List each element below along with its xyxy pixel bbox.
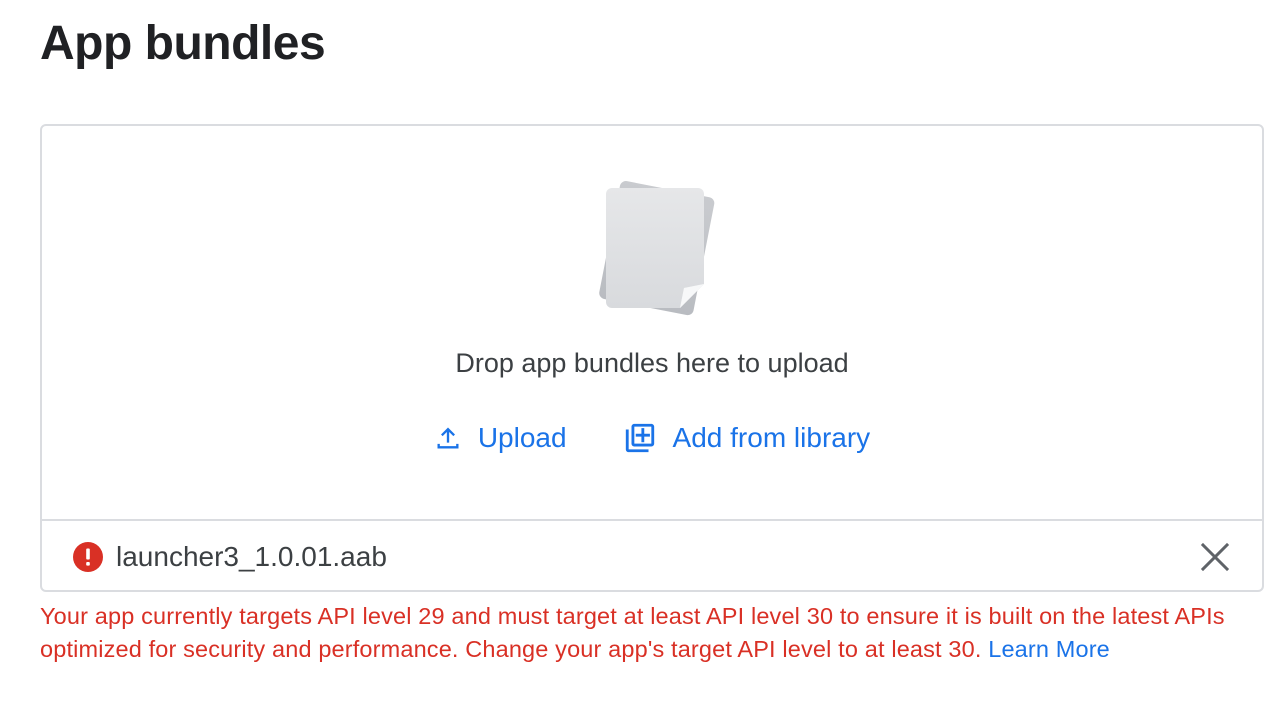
page: App bundles Drop app bundles here to upl…	[0, 0, 1284, 702]
page-title: App bundles	[40, 17, 326, 70]
add-from-library-label: Add from library	[672, 422, 871, 453]
upload-button[interactable]: Upload	[430, 420, 571, 456]
close-icon[interactable]	[1200, 542, 1230, 572]
library-add-icon	[625, 423, 654, 453]
divider	[42, 519, 1262, 521]
file-row: launcher3_1.0.01.aab	[42, 522, 1262, 592]
drop-instructions: Drop app bundles here to upload	[455, 348, 849, 378]
upload-button-label: Upload	[477, 422, 567, 453]
error-message: Your app currently targets API level 29 …	[40, 600, 1264, 666]
file-name: launcher3_1.0.01.aab	[116, 541, 387, 572]
document-illustration-icon	[599, 181, 715, 316]
upload-card: Drop app bundles here to upload Upload A…	[40, 124, 1264, 592]
learn-more-link[interactable]: Learn More	[988, 636, 1110, 662]
upload-actions: Upload Add from library	[42, 420, 1262, 456]
add-from-library-button[interactable]: Add from library	[619, 420, 875, 456]
upload-icon	[437, 427, 459, 449]
error-icon	[73, 542, 103, 572]
drop-zone[interactable]: Drop app bundles here to upload Upload A…	[42, 126, 1262, 520]
